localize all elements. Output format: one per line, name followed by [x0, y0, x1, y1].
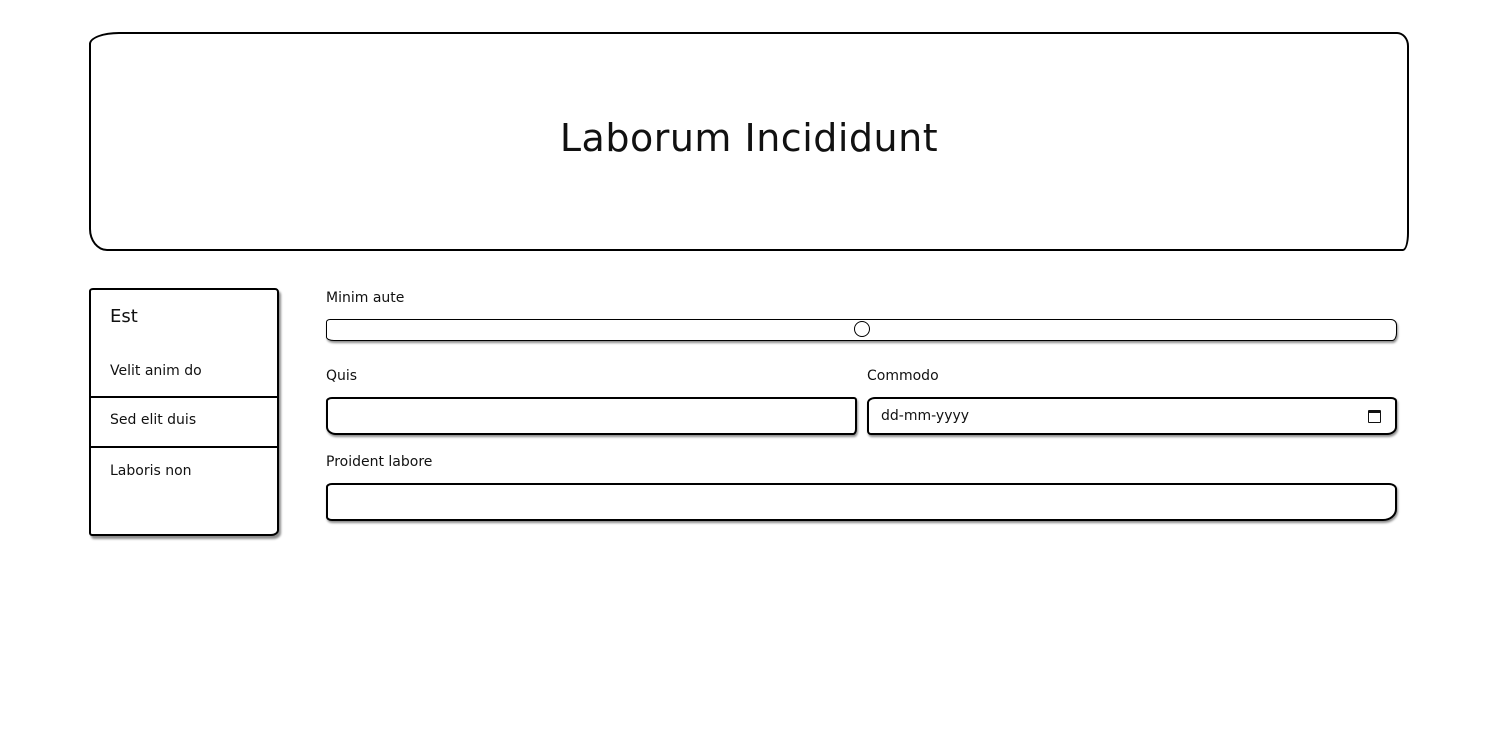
commodo-date-input[interactable]: dd-mm-yyyy: [867, 397, 1397, 435]
sidebar-item-label: Velit anim do: [110, 363, 202, 379]
sidebar-item-laboris-non[interactable]: Laboris non: [91, 446, 277, 496]
quis-input[interactable]: [326, 397, 857, 435]
range-slider[interactable]: [326, 319, 1397, 341]
sidebar-item-label: Sed elit duis: [110, 412, 197, 428]
slider-thumb[interactable]: [853, 321, 870, 337]
page: Laborum Incididunt Est Velit anim do Sed…: [0, 0, 1500, 752]
slider-label: Minim aute: [326, 290, 405, 306]
sidebar-item-label: Laboris non: [110, 463, 192, 479]
sidebar-item-velit-anim-do[interactable]: Velit anim do: [91, 346, 277, 396]
sidebar-menu: Est Velit anim do Sed elit duis Laboris …: [89, 288, 279, 536]
quis-label: Quis: [326, 368, 358, 384]
proident-label: Proident labore: [326, 454, 433, 470]
calendar-icon[interactable]: [1368, 409, 1381, 423]
sidebar-title: Est: [110, 306, 138, 327]
proident-input[interactable]: [326, 483, 1397, 521]
commodo-label: Commodo: [867, 368, 939, 384]
date-placeholder: dd-mm-yyyy: [881, 408, 970, 424]
header-banner: Laborum Incididunt: [89, 32, 1409, 251]
page-title: Laborum Incididunt: [559, 115, 939, 160]
sidebar-item-sed-elit-duis[interactable]: Sed elit duis: [91, 396, 277, 446]
